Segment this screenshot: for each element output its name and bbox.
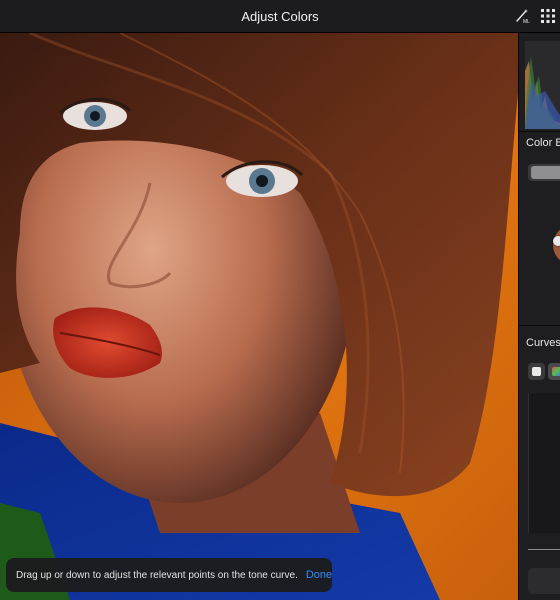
rgb-swatch-icon (552, 367, 560, 376)
adjustments-sidebar: Color B Curves (518, 33, 560, 600)
grid-icon[interactable] (538, 6, 558, 26)
divider (519, 325, 560, 326)
hint-message: Drag up or down to adjust the relevant p… (16, 569, 298, 581)
sidebar-action-button[interactable] (528, 568, 560, 594)
page-title: Adjust Colors (241, 9, 319, 24)
histogram (525, 41, 560, 129)
tone-curve-editor[interactable] (528, 393, 560, 533)
top-bar: Adjust Colors ML (0, 0, 560, 33)
magic-wand-ml-icon[interactable]: ML (514, 6, 534, 26)
segment-selected[interactable] (531, 166, 560, 179)
tone-curve-line[interactable] (528, 549, 560, 550)
app-window: Adjust Colors ML Color B Curves Drag up … (0, 0, 560, 600)
color-wheel-handle[interactable] (553, 236, 560, 246)
photo-canvas[interactable] (0, 33, 518, 600)
svg-text:ML: ML (523, 19, 530, 25)
divider (519, 131, 560, 132)
curve-channel-rgb-button[interactable] (548, 363, 560, 380)
curves-title: Curves (526, 337, 560, 349)
hint-toast: Drag up or down to adjust the relevant p… (6, 558, 332, 592)
color-balance-title: Color B (526, 137, 560, 149)
curve-channel-luminance-button[interactable] (528, 363, 545, 380)
done-button[interactable]: Done (298, 569, 332, 581)
tone-segmented-control[interactable] (528, 164, 560, 181)
luminance-swatch-icon (532, 367, 541, 376)
